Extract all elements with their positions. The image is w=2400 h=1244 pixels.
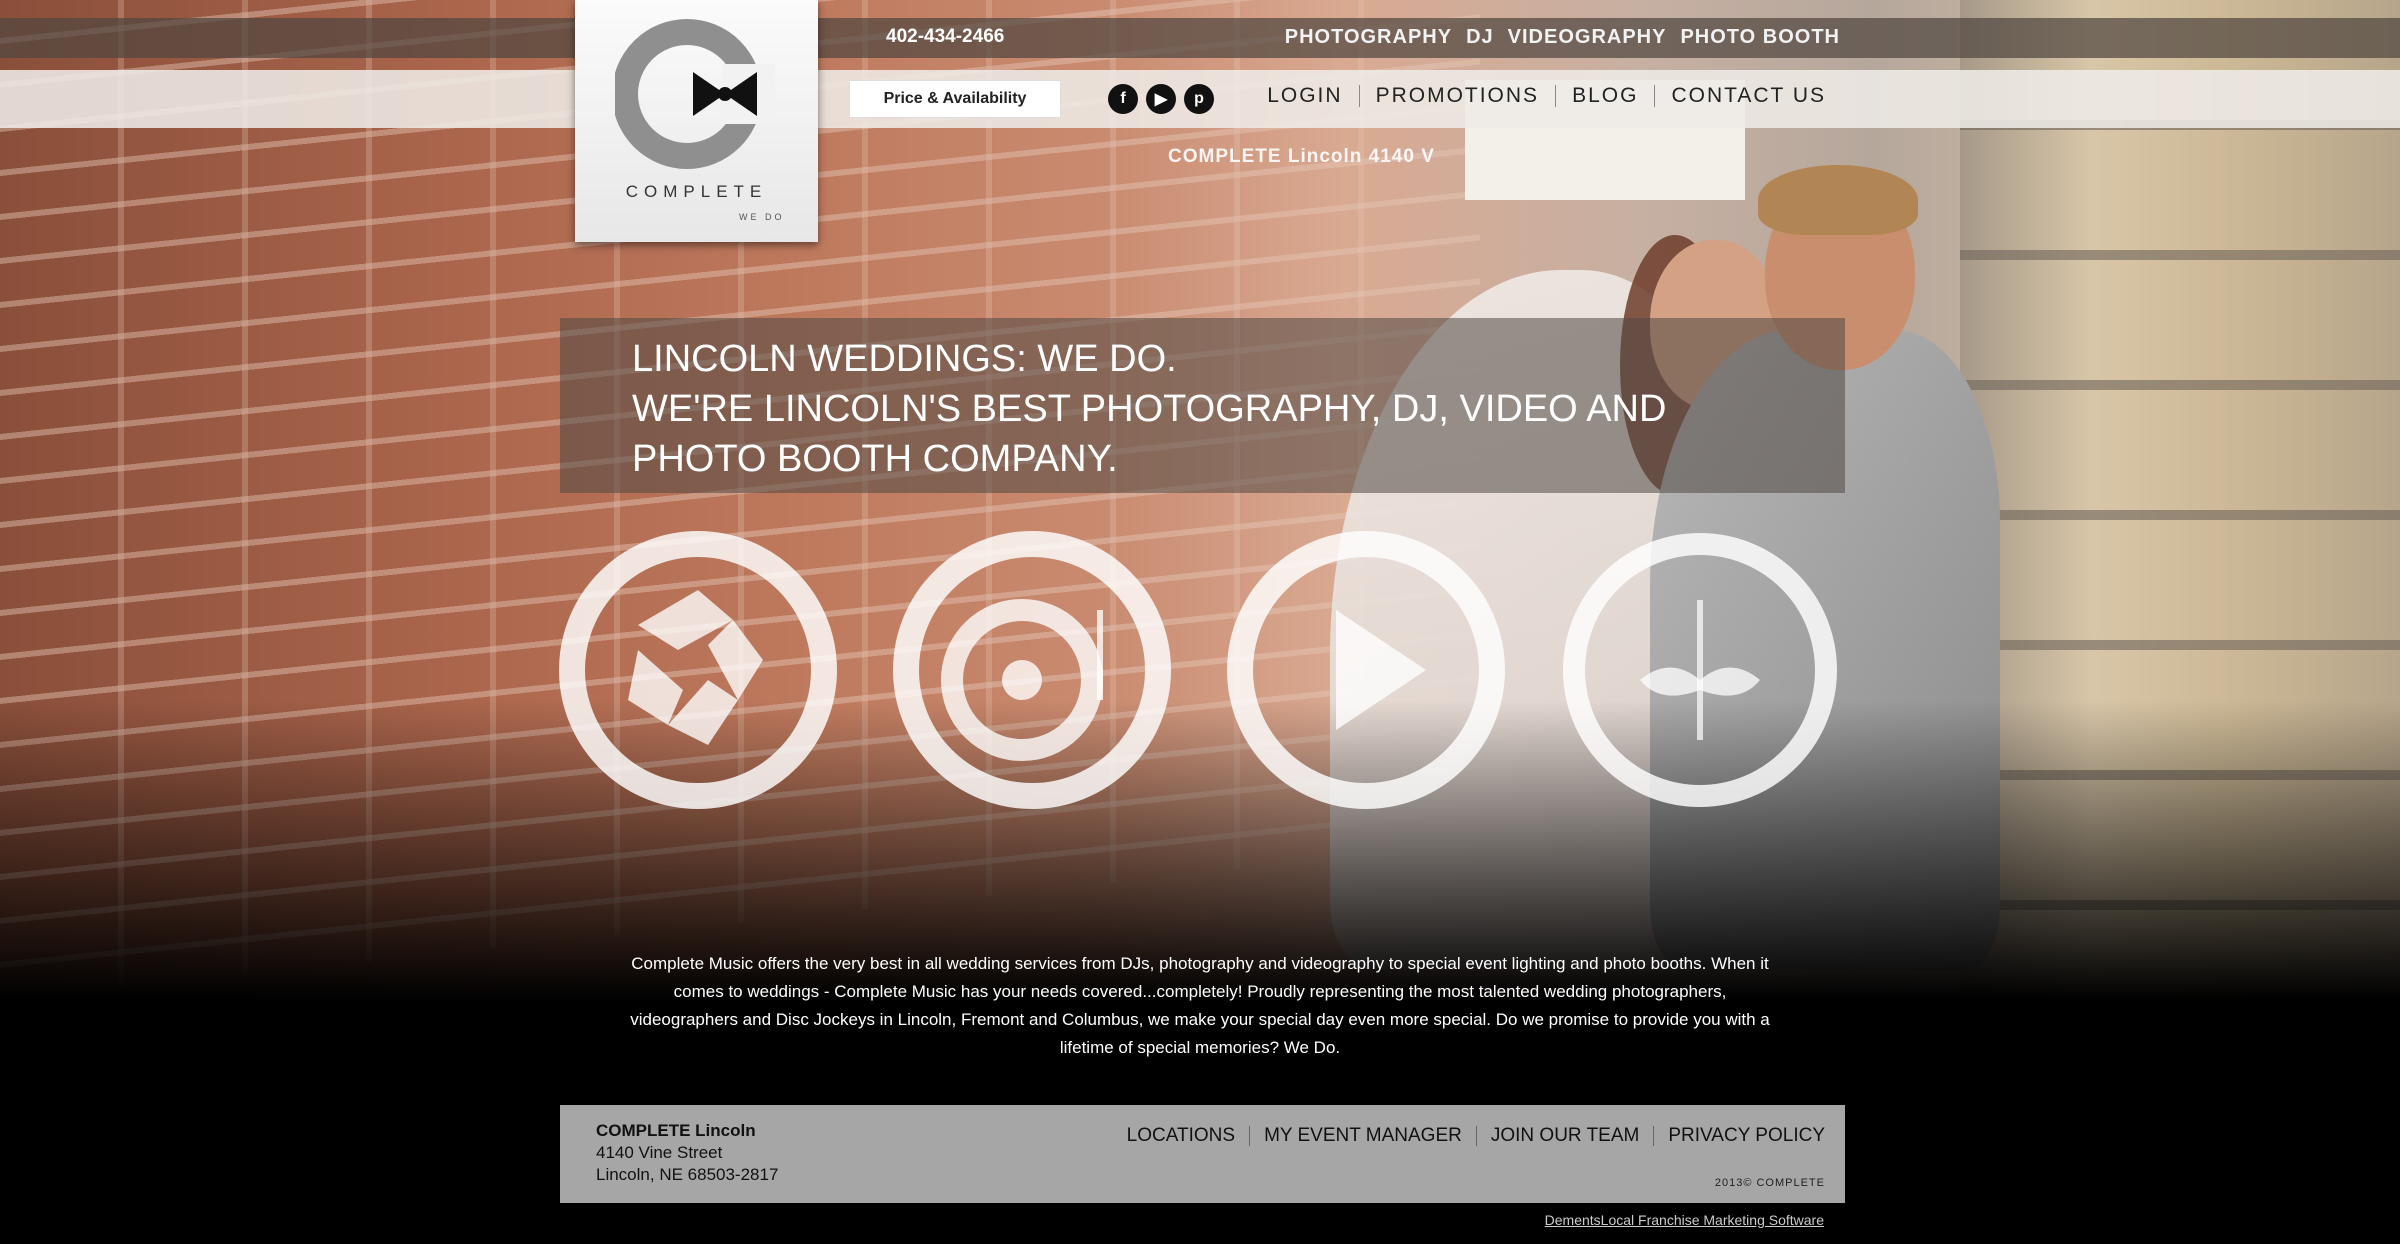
footer-panel: COMPLETE Lincoln 4140 Vine Street Lincol… bbox=[560, 1105, 1845, 1203]
service-link-photography[interactable]: PHOTOGRAPHY bbox=[1285, 26, 1452, 49]
service-link-photo-booth[interactable]: PHOTO BOOTH bbox=[1680, 26, 1840, 49]
photo-booth-service-circle[interactable] bbox=[1560, 530, 1840, 810]
social-icons: f ▶ p bbox=[1108, 84, 1214, 114]
youtube-icon[interactable]: ▶ bbox=[1146, 84, 1176, 114]
mustache-icon bbox=[1563, 533, 1837, 807]
complete-logo[interactable]: COMPLETE WE DO bbox=[575, 0, 818, 242]
headline-line-3: PHOTO BOOTH COMPANY. bbox=[632, 438, 1118, 480]
nav-divider bbox=[1654, 85, 1656, 107]
header-address-strip: COMPLETE Lincoln 4140 V bbox=[1168, 146, 1435, 167]
facebook-icon[interactable]: f bbox=[1108, 84, 1138, 114]
footer-link-privacy-policy[interactable]: PRIVACY POLICY bbox=[1668, 1125, 1825, 1147]
footer-links: LOCATIONS MY EVENT MANAGER JOIN OUR TEAM… bbox=[1127, 1125, 1825, 1147]
footer-divider bbox=[1475, 1126, 1477, 1146]
headline-line-1: LINCOLN WEDDINGS: WE DO. bbox=[632, 338, 1177, 380]
video-service-circle[interactable] bbox=[1226, 530, 1506, 810]
phone-number[interactable]: 402-434-2466 bbox=[886, 26, 1004, 48]
turntable-icon bbox=[893, 531, 1171, 809]
nav-login[interactable]: LOGIN bbox=[1267, 84, 1342, 108]
footer-link-locations[interactable]: LOCATIONS bbox=[1127, 1125, 1235, 1147]
footer-business-name: COMPLETE Lincoln bbox=[596, 1121, 756, 1140]
hero-headline: LINCOLN WEDDINGS: WE DO. WE'RE LINCOLN'S… bbox=[632, 334, 1666, 484]
footer-copyright: 2013© COMPLETE bbox=[1714, 1177, 1825, 1189]
footer-link-join-our-team[interactable]: JOIN OUR TEAM bbox=[1491, 1125, 1640, 1147]
groom-hair bbox=[1758, 165, 1918, 235]
nav-blog[interactable]: BLOG bbox=[1572, 84, 1638, 108]
footer-divider bbox=[1653, 1126, 1655, 1146]
play-icon bbox=[1227, 531, 1505, 809]
main-nav: LOGIN PROMOTIONS BLOG CONTACT US bbox=[1267, 84, 1826, 108]
intro-paragraph: Complete Music offers the very best in a… bbox=[630, 954, 1770, 1057]
service-link-videography[interactable]: VIDEOGRAPHY bbox=[1508, 26, 1667, 49]
footer-link-my-event-manager[interactable]: MY EVENT MANAGER bbox=[1264, 1125, 1462, 1147]
top-service-bar bbox=[0, 18, 2400, 58]
footer-address-street: 4140 Vine Street bbox=[596, 1143, 723, 1162]
price-availability-button[interactable]: Price & Availability bbox=[849, 80, 1061, 118]
headline-line-2: WE'RE LINCOLN'S BEST PHOTOGRAPHY, DJ, VI… bbox=[632, 388, 1667, 430]
nav-contact-us[interactable]: CONTACT US bbox=[1671, 84, 1826, 108]
service-link-dj[interactable]: DJ bbox=[1466, 26, 1494, 49]
footer-credit-link[interactable]: DementsLocal Franchise Marketing Softwar… bbox=[1545, 1212, 1824, 1228]
camera-aperture-icon bbox=[559, 531, 837, 809]
nav-divider bbox=[1358, 85, 1360, 107]
footer-divider bbox=[1249, 1126, 1251, 1146]
dj-service-circle[interactable] bbox=[892, 530, 1172, 810]
logo-wordmark: COMPLETE bbox=[625, 182, 768, 201]
pinterest-icon[interactable]: p bbox=[1184, 84, 1214, 114]
logo-c-bowtie-icon bbox=[612, 14, 775, 179]
footer-address-city: Lincoln, NE 68503-2817 bbox=[596, 1165, 779, 1184]
logo-tagline: WE DO bbox=[739, 212, 785, 222]
nav-divider bbox=[1555, 85, 1557, 107]
photography-service-circle[interactable] bbox=[558, 530, 838, 810]
nav-promotions[interactable]: PROMOTIONS bbox=[1376, 84, 1540, 108]
service-links: PHOTOGRAPHY DJ VIDEOGRAPHY PHOTO BOOTH bbox=[1285, 26, 1840, 49]
